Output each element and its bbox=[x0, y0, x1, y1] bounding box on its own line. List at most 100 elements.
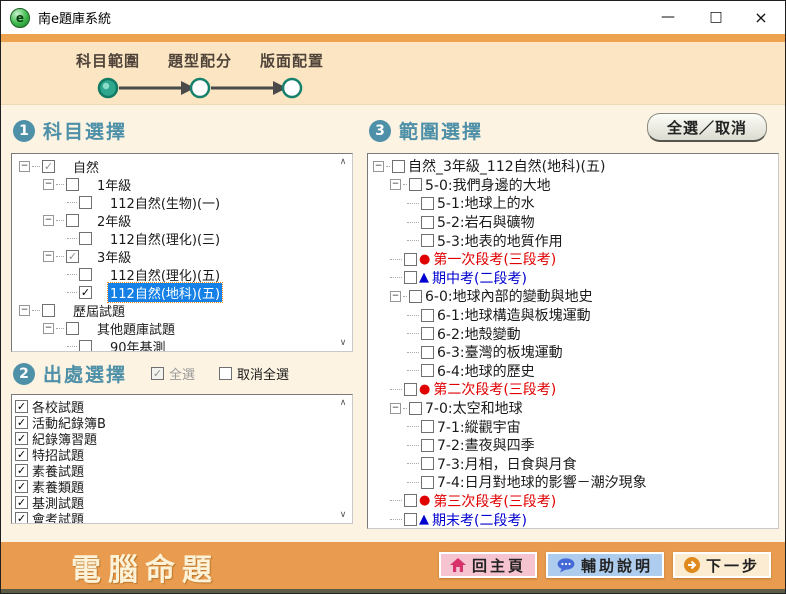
tree-item-label[interactable]: 7-3:月相，日食與月食 bbox=[435, 454, 579, 474]
tree-item[interactable]: 自然 bbox=[15, 157, 352, 175]
tree-item-label[interactable]: 6-0:地球內部的變動與地史 bbox=[423, 286, 595, 306]
tree-item-label[interactable]: 6-1:地球構造與板塊運動 bbox=[435, 305, 593, 325]
tree-item[interactable]: 期末考(二段考) bbox=[371, 510, 778, 529]
collapse-toggle-icon[interactable] bbox=[43, 179, 54, 190]
tree-item-label[interactable]: 7-0:太空和地球 bbox=[423, 398, 525, 418]
checkbox[interactable] bbox=[421, 234, 434, 247]
checkbox[interactable] bbox=[409, 290, 422, 303]
collapse-toggle-icon[interactable] bbox=[43, 323, 54, 334]
checkbox[interactable] bbox=[421, 346, 434, 359]
tree-item-label[interactable]: 6-2:地殼變動 bbox=[435, 324, 523, 344]
checkbox[interactable] bbox=[404, 253, 417, 266]
collapse-toggle-icon[interactable] bbox=[373, 161, 384, 172]
tree-item-label[interactable]: 112自然(理化)(三) bbox=[108, 229, 222, 248]
tree-item-label[interactable]: 7-4:日月對地球的影響－潮汐現象 bbox=[435, 472, 649, 492]
tree-item-label[interactable]: 7-1:縱觀宇宙 bbox=[435, 417, 523, 437]
checkbox[interactable] bbox=[66, 214, 79, 227]
tree-item[interactable]: 其他題庫試題 bbox=[15, 319, 352, 337]
maximize-button[interactable]: □ bbox=[705, 7, 727, 27]
collapse-toggle-icon[interactable] bbox=[390, 179, 401, 190]
tree-item[interactable]: 3年級 bbox=[15, 247, 352, 265]
checkbox[interactable] bbox=[421, 457, 434, 470]
checkbox[interactable] bbox=[421, 327, 434, 340]
tree-item[interactable]: 自然_3年級_112自然(地科)(五) bbox=[371, 157, 778, 176]
checkbox[interactable] bbox=[15, 480, 28, 493]
source-list-item[interactable]: 會考試題 bbox=[15, 510, 352, 524]
collapse-toggle-icon[interactable] bbox=[19, 161, 30, 172]
checkbox[interactable] bbox=[421, 216, 434, 229]
collapse-toggle-icon[interactable] bbox=[390, 291, 401, 302]
deselect-all-checkbox[interactable] bbox=[219, 367, 232, 380]
tree-item[interactable]: 7-4:日月對地球的影響－潮汐現象 bbox=[371, 473, 778, 492]
tree-item-label[interactable]: 第二次段考(三段考) bbox=[431, 379, 558, 399]
checkbox[interactable] bbox=[15, 464, 28, 477]
tree-item-label[interactable]: 其他題庫試題 bbox=[95, 319, 177, 338]
tree-item-label[interactable]: 112自然(理化)(五) bbox=[108, 265, 222, 284]
tree-item-label[interactable]: 自然_3年級_112自然(地科)(五) bbox=[406, 156, 607, 176]
tree-item-label[interactable]: 5-3:地表的地質作用 bbox=[435, 231, 565, 251]
checkbox[interactable] bbox=[42, 160, 55, 173]
checkbox[interactable] bbox=[79, 286, 92, 299]
checkbox[interactable] bbox=[15, 432, 28, 445]
checkbox[interactable] bbox=[421, 364, 434, 377]
checkbox[interactable] bbox=[421, 197, 434, 210]
scroll-up-arrow[interactable] bbox=[337, 157, 349, 167]
tree-item[interactable]: 5-0:我們身邊的大地 bbox=[371, 176, 778, 195]
checkbox[interactable] bbox=[392, 160, 405, 173]
tree-item[interactable]: 第三次段考(三段考) bbox=[371, 492, 778, 511]
checkbox[interactable] bbox=[409, 178, 422, 191]
tree-item[interactable]: 1年級 bbox=[15, 175, 352, 193]
checkbox[interactable] bbox=[79, 196, 92, 209]
tree-item-label[interactable]: 期末考(二段考) bbox=[430, 510, 529, 529]
tree-item-label[interactable]: 112自然(地科)(五) bbox=[108, 283, 222, 302]
tree-item[interactable]: 6-2:地殼變動 bbox=[371, 324, 778, 343]
tree-item-label[interactable]: 第三次段考(三段考) bbox=[431, 491, 558, 511]
tree-item-label[interactable]: 5-2:岩石與礦物 bbox=[435, 212, 537, 232]
tree-item-label[interactable]: 90年基測 bbox=[108, 337, 168, 353]
tree-item[interactable]: 歷屆試題 bbox=[15, 301, 352, 319]
checkbox[interactable] bbox=[42, 304, 55, 317]
tree-item[interactable]: 7-2:晝夜與四季 bbox=[371, 436, 778, 455]
tree-item[interactable]: 5-3:地表的地質作用 bbox=[371, 231, 778, 250]
tree-item-label[interactable]: 1年級 bbox=[95, 175, 133, 194]
checkbox[interactable] bbox=[66, 322, 79, 335]
tree-item[interactable]: 7-3:月相，日食與月食 bbox=[371, 455, 778, 474]
tree-item[interactable]: 7-0:太空和地球 bbox=[371, 399, 778, 418]
tree-item[interactable]: 7-1:縱觀宇宙 bbox=[371, 417, 778, 436]
tree-item-label[interactable]: 第一次段考(三段考) bbox=[431, 249, 558, 269]
tree-item[interactable]: 112自然(地科)(五) bbox=[15, 283, 352, 301]
checkbox[interactable] bbox=[421, 439, 434, 452]
tree-item[interactable]: 6-3:臺灣的板塊運動 bbox=[371, 343, 778, 362]
tree-item[interactable]: 90年基測 bbox=[15, 337, 352, 352]
tree-item[interactable]: 5-1:地球上的水 bbox=[371, 194, 778, 213]
checkbox[interactable] bbox=[421, 476, 434, 489]
home-button[interactable]: 回主頁 bbox=[439, 552, 537, 578]
select-toggle-all-button[interactable]: 全選／取消 bbox=[647, 113, 767, 142]
tree-item-label[interactable]: 期中考(二段考) bbox=[430, 268, 529, 288]
tree-item-label[interactable]: 2年級 bbox=[95, 211, 133, 230]
tree-item-label[interactable]: 7-2:晝夜與四季 bbox=[435, 435, 537, 455]
collapse-toggle-icon[interactable] bbox=[390, 403, 401, 414]
scroll-down-arrow[interactable] bbox=[337, 510, 349, 520]
tree-item[interactable]: 112自然(生物)(一) bbox=[15, 193, 352, 211]
checkbox[interactable] bbox=[15, 400, 28, 413]
tree-item[interactable]: 5-2:岩石與礦物 bbox=[371, 213, 778, 232]
tree-item-label[interactable]: 6-3:臺灣的板塊運動 bbox=[435, 342, 565, 362]
tree-item[interactable]: 112自然(理化)(三) bbox=[15, 229, 352, 247]
select-all-checkbox[interactable] bbox=[151, 367, 164, 380]
checkbox[interactable] bbox=[66, 178, 79, 191]
tree-item-label[interactable]: 3年級 bbox=[95, 247, 133, 266]
tree-item-label[interactable]: 5-1:地球上的水 bbox=[435, 193, 537, 213]
next-step-button[interactable]: 下一步 bbox=[673, 552, 771, 578]
tree-item[interactable]: 6-0:地球內部的變動與地史 bbox=[371, 287, 778, 306]
collapse-toggle-icon[interactable] bbox=[19, 305, 30, 316]
checkbox[interactable] bbox=[79, 232, 92, 245]
tree-item[interactable]: 第一次段考(三段考) bbox=[371, 250, 778, 269]
checkbox[interactable] bbox=[15, 448, 28, 461]
minimize-button[interactable]: — bbox=[657, 7, 679, 27]
checkbox[interactable] bbox=[79, 268, 92, 281]
scroll-up-arrow[interactable] bbox=[337, 398, 349, 408]
checkbox[interactable] bbox=[409, 402, 422, 415]
tree-item[interactable]: 第二次段考(三段考) bbox=[371, 380, 778, 399]
collapse-toggle-icon[interactable] bbox=[43, 251, 54, 262]
